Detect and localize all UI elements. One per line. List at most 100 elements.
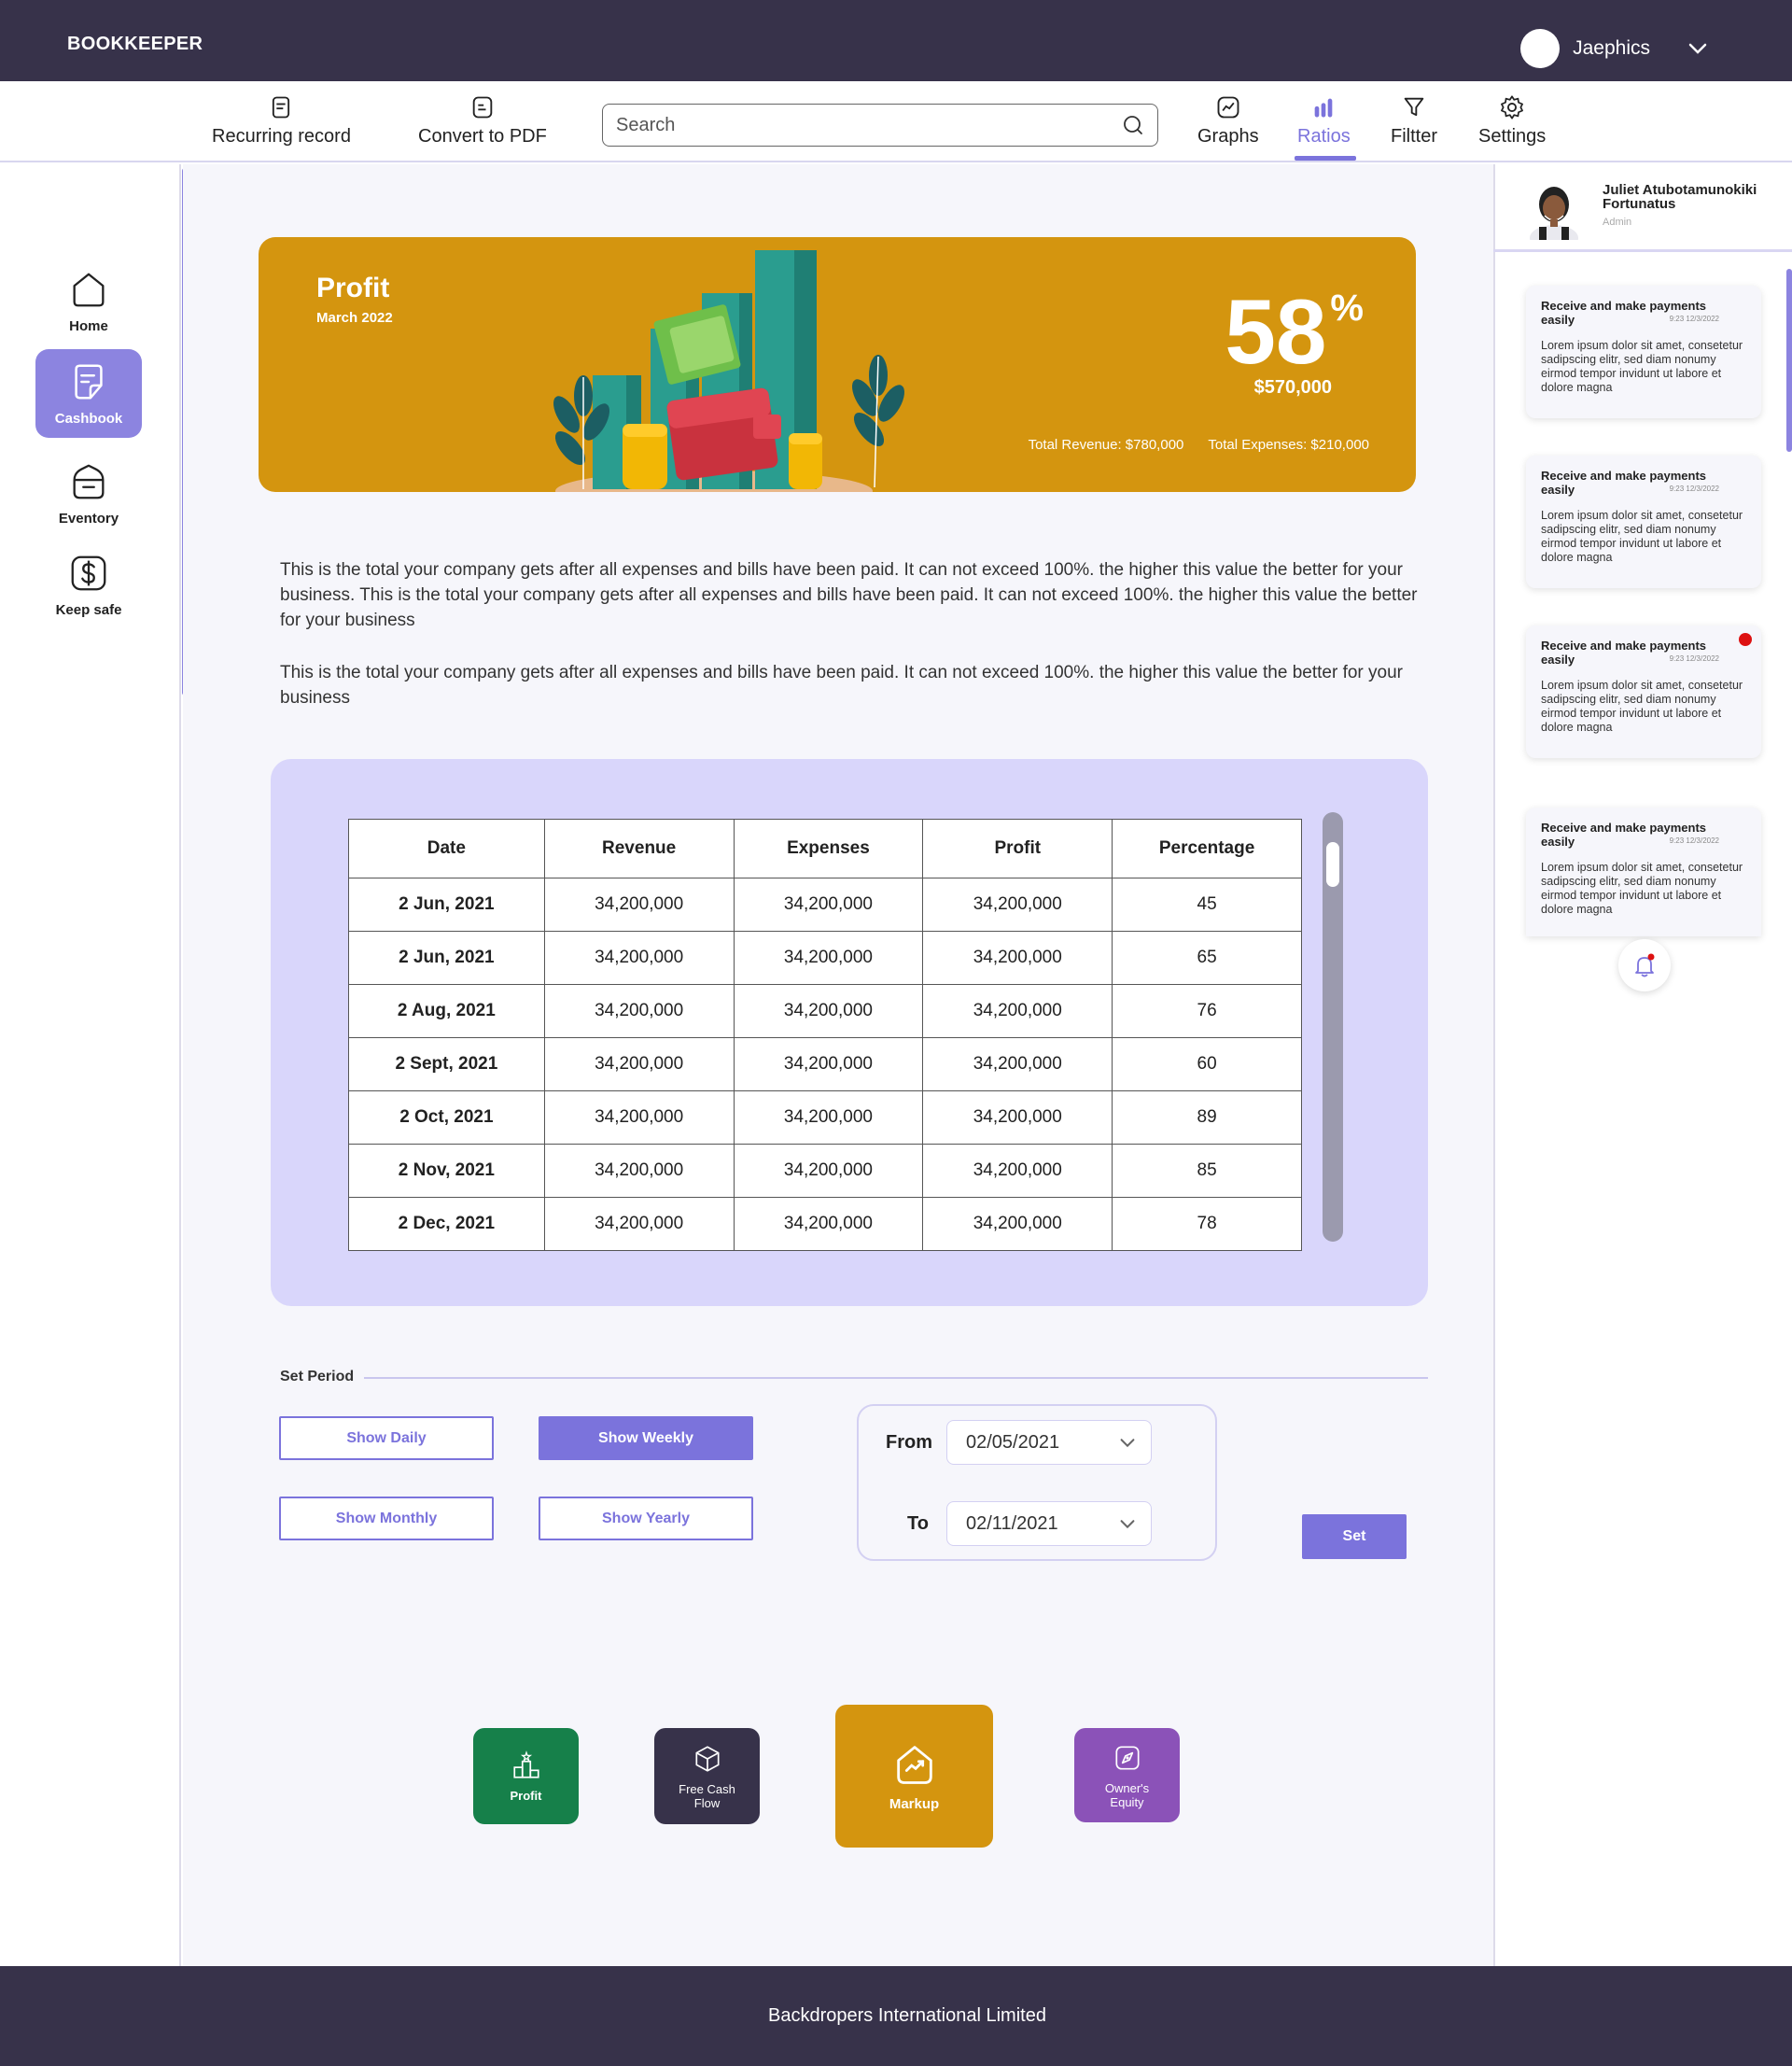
column-header[interactable]: Revenue	[543, 819, 735, 878]
to-date-value: 02/11/2021	[966, 1512, 1058, 1534]
table-cell: 60	[1112, 1037, 1302, 1091]
table-cell: 85	[1112, 1144, 1302, 1198]
percentage-value: 58	[1225, 280, 1327, 383]
table-cell: 34,200,000	[922, 1144, 1113, 1198]
profit-card[interactable]: Profit	[473, 1728, 579, 1824]
markup-card[interactable]: Markup	[835, 1705, 993, 1848]
table-row[interactable]: 2 Jun, 2021 34,200,000 34,200,000 34,200…	[348, 931, 1302, 985]
notification-card[interactable]: Receive and make payments easily 9:23 12…	[1526, 625, 1761, 758]
toolbar: Recurring record Convert to PDF Graphs R…	[0, 81, 1792, 162]
show-yearly-button[interactable]: Show Yearly	[539, 1497, 753, 1540]
footer: Backdropers International Limited	[0, 1966, 1792, 2066]
table-row[interactable]: 2 Nov, 2021 34,200,000 34,200,000 34,200…	[348, 1144, 1302, 1198]
sidebar-item-cashbook[interactable]: Cashbook	[35, 349, 142, 438]
description-paragraph: This is the total your company gets afte…	[280, 663, 1403, 708]
free-cash-flow-card[interactable]: Free Cash Flow	[654, 1728, 760, 1824]
banner-totals: Total Revenue: $780,000 Total Expenses: …	[1029, 437, 1369, 453]
filter-label: Filtter	[1391, 126, 1437, 147]
column-header[interactable]: Profit	[922, 819, 1113, 878]
to-date-select[interactable]: 02/11/2021	[946, 1501, 1152, 1546]
markup-label: Markup	[889, 1796, 940, 1812]
table-cell: 34,200,000	[543, 931, 735, 985]
recurring-record-button[interactable]: Recurring record	[212, 94, 351, 148]
table-cell: 2 Jun, 2021	[348, 878, 545, 932]
owners-equity-card[interactable]: Owner's Equity	[1074, 1728, 1180, 1822]
search-input[interactable]	[616, 114, 1122, 136]
search-icon[interactable]	[1122, 114, 1144, 136]
from-label: From	[886, 1432, 932, 1453]
table-cell: 34,200,000	[733, 878, 924, 932]
document-icon	[75, 364, 103, 400]
notification-card[interactable]: Receive and make payments easily 9:23 12…	[1526, 808, 1761, 936]
profit-card-label: Profit	[510, 1789, 542, 1803]
show-weekly-button[interactable]: Show Weekly	[539, 1416, 753, 1460]
chevron-down-icon	[1120, 1439, 1135, 1448]
table-cell: 2 Oct, 2021	[348, 1090, 545, 1145]
settings-button[interactable]: Settings	[1478, 94, 1546, 148]
ratios-tab[interactable]: Ratios	[1297, 94, 1351, 148]
table-cell: 34,200,000	[922, 878, 1113, 932]
sidebar-item-inventory[interactable]: Eventory	[35, 449, 142, 538]
from-date-select[interactable]: 02/05/2021	[946, 1420, 1152, 1465]
table-cell: 2 Nov, 2021	[348, 1144, 545, 1198]
table-cell: 34,200,000	[543, 1037, 735, 1091]
set-button[interactable]: Set	[1302, 1514, 1407, 1559]
table-cell: 34,200,000	[543, 1090, 735, 1145]
set-period-label: Set Period	[280, 1369, 355, 1384]
table-cell: 34,200,000	[922, 984, 1113, 1038]
table-row[interactable]: 2 Sept, 2021 34,200,000 34,200,000 34,20…	[348, 1037, 1302, 1091]
sidebar-item-home[interactable]: Home	[35, 257, 142, 345]
chevron-down-icon	[1120, 1520, 1135, 1529]
graphs-button[interactable]: Graphs	[1197, 94, 1259, 148]
notification-time: 9:23 12/3/2022	[1669, 836, 1719, 845]
notification-card[interactable]: Receive and make payments easily 9:23 12…	[1526, 286, 1761, 418]
show-daily-button[interactable]: Show Daily	[279, 1416, 494, 1460]
profile-header[interactable]: Juliet Atubotamunokiki Fortunatus Admin	[1493, 164, 1792, 252]
notification-time: 9:23 12/3/2022	[1669, 654, 1719, 663]
user-avatar[interactable]	[1520, 29, 1561, 68]
table-row[interactable]: 2 Jun, 2021 34,200,000 34,200,000 34,200…	[348, 878, 1302, 932]
table-cell: 34,200,000	[733, 1197, 924, 1251]
settings-label: Settings	[1478, 126, 1547, 147]
table-cell: 78	[1112, 1197, 1302, 1251]
table-cell: 34,200,000	[922, 931, 1113, 985]
show-monthly-button[interactable]: Show Monthly	[279, 1497, 494, 1540]
table-scrollbar[interactable]	[1323, 812, 1343, 1242]
sidebar-item-label: Eventory	[58, 511, 119, 527]
chart-icon	[1217, 96, 1239, 119]
column-header[interactable]: Expenses	[733, 819, 924, 878]
notification-time: 9:23 12/3/2022	[1669, 485, 1719, 493]
footer-company: Backdropers International Limited	[768, 2005, 1046, 2026]
filter-button[interactable]: Filtter	[1391, 94, 1437, 148]
unread-dot	[1739, 633, 1752, 646]
avatar[interactable]	[1526, 178, 1582, 240]
notifications-bell-button[interactable]	[1618, 939, 1671, 991]
top-bar: BOOKKEEPER Jaephics	[0, 0, 1792, 81]
column-header[interactable]: Date	[348, 819, 545, 878]
user-name[interactable]: Jaephics	[1573, 37, 1650, 60]
notification-card[interactable]: Receive and make payments easily 9:23 12…	[1526, 456, 1761, 588]
gear-icon	[1501, 95, 1524, 119]
table-cell: 76	[1112, 984, 1302, 1038]
divider	[364, 1377, 1428, 1379]
sidebar-item-keep-safe[interactable]: Keep safe	[35, 541, 142, 629]
chevron-down-icon[interactable]	[1684, 35, 1712, 63]
recurring-record-label: Recurring record	[212, 126, 351, 147]
finance-illustration	[553, 250, 904, 492]
table-row[interactable]: 2 Aug, 2021 34,200,000 34,200,000 34,200…	[348, 984, 1302, 1038]
table-scrollbar-thumb[interactable]	[1326, 842, 1339, 887]
user-menu[interactable]: Jaephics	[1520, 29, 1712, 68]
table-row[interactable]: 2 Dec, 2021 34,200,000 34,200,000 34,200…	[348, 1197, 1302, 1251]
table-cell: 34,200,000	[733, 1037, 924, 1091]
notifications-scrollbar[interactable]	[1786, 269, 1792, 452]
column-header[interactable]: Percentage	[1112, 819, 1302, 878]
brand-logo[interactable]: BOOKKEEPER	[67, 34, 203, 55]
table-cell: 2 Aug, 2021	[348, 984, 545, 1038]
search-bar[interactable]	[602, 104, 1158, 147]
table-cell: 65	[1112, 931, 1302, 985]
table-cell: 2 Sept, 2021	[348, 1037, 545, 1091]
table-cell: 34,200,000	[733, 984, 924, 1038]
banner-subtitle: March 2022	[316, 310, 393, 326]
convert-pdf-button[interactable]: Convert to PDF	[418, 94, 547, 148]
table-row[interactable]: 2 Oct, 2021 34,200,000 34,200,000 34,200…	[348, 1090, 1302, 1145]
